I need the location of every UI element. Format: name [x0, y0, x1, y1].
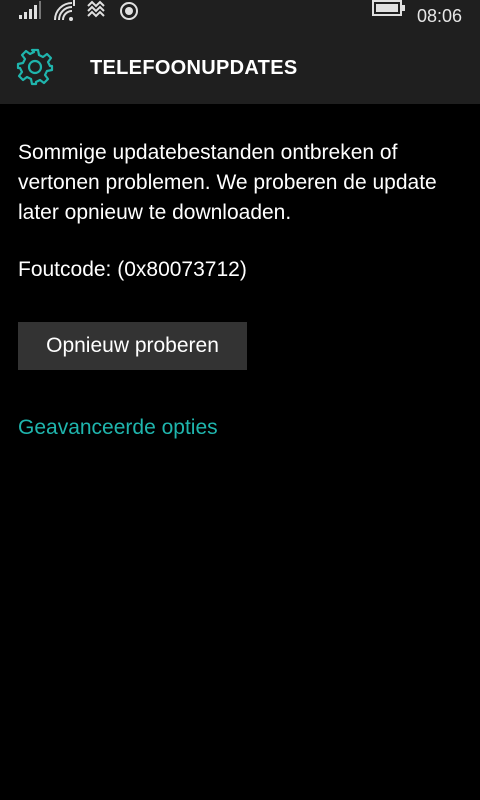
gear-icon [16, 48, 54, 86]
vibrate-icon [86, 0, 108, 20]
page-header: TELEFOONUPDATES [0, 32, 480, 104]
error-code: Foutcode: (0x80073712) [18, 258, 247, 281]
retry-button[interactable]: Opnieuw proberen [18, 322, 247, 370]
page-title: TELEFOONUPDATES [90, 57, 298, 79]
status-bar: 08:06 [0, 0, 480, 32]
location-icon [118, 0, 140, 22]
advanced-options-link[interactable]: Geavanceerde opties [18, 414, 218, 442]
status-time: 08:06 [416, 6, 462, 26]
wifi-icon [52, 0, 76, 22]
error-message: Sommige updatebestanden ontbreken of ver… [18, 141, 437, 224]
battery-icon [372, 0, 406, 16]
signal-icon [18, 0, 42, 20]
